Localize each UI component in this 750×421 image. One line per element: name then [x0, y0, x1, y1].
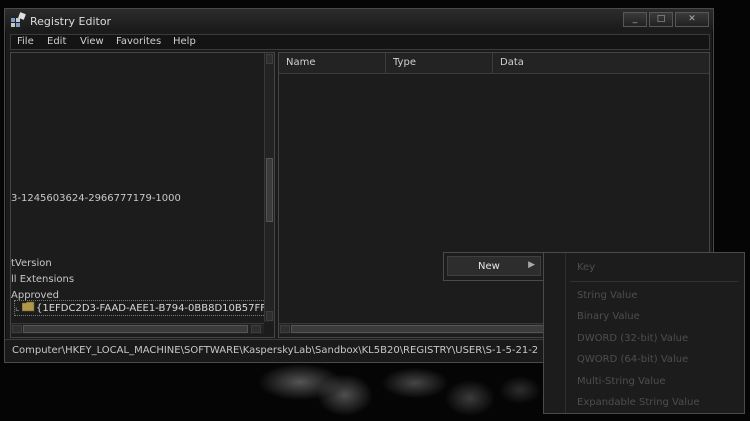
- submenu-separator: [570, 281, 738, 282]
- tree-connector: ⌞: [15, 302, 20, 313]
- minimize-button[interactable]: _: [623, 12, 647, 27]
- scroll-down-arrow[interactable]: [266, 311, 273, 321]
- new-label: New: [478, 261, 500, 272]
- registry-editor-icon: [11, 12, 26, 27]
- scroll-left-arrow[interactable]: [280, 325, 290, 333]
- scroll-up-arrow[interactable]: [266, 54, 273, 64]
- submenu-item-qword-value[interactable]: QWORD (64-bit) Value: [577, 354, 688, 365]
- column-type[interactable]: Type: [386, 53, 493, 73]
- column-data[interactable]: Data: [493, 53, 709, 73]
- tree-item[interactable]: ll Extensions: [11, 274, 74, 285]
- submenu-item-binary-value[interactable]: Binary Value: [577, 311, 640, 322]
- menu-favorites[interactable]: Favorites: [116, 36, 161, 47]
- tree-item-selected[interactable]: {1EFDC2D3-FAAD-AEE1-B794-0BB8D10B57FF}: [36, 303, 272, 314]
- menu-help[interactable]: Help: [173, 36, 196, 47]
- submenu-item-expandable-string-value[interactable]: Expandable String Value: [577, 397, 699, 408]
- submenu-gutter: [565, 253, 566, 413]
- menu-bar: File Edit View Favorites Help: [10, 34, 710, 50]
- menu-file[interactable]: File: [17, 36, 34, 47]
- maximize-button[interactable]: □: [649, 12, 673, 27]
- new-submenu: Key String Value Binary Value DWORD (32-…: [543, 252, 745, 414]
- tree-horizontal-scrollbar[interactable]: [11, 323, 264, 334]
- tree-item[interactable]: tVersion: [11, 258, 52, 269]
- submenu-item-multi-string-value[interactable]: Multi-String Value: [577, 376, 666, 387]
- submenu-item-string-value[interactable]: String Value: [577, 290, 637, 301]
- column-name[interactable]: Name: [279, 53, 386, 73]
- submenu-item-key[interactable]: Key: [577, 262, 595, 273]
- window-title: Registry Editor: [30, 15, 112, 28]
- title-bar[interactable]: Registry Editor _ □ ✕: [5, 9, 713, 31]
- folder-icon: [22, 301, 35, 312]
- close-button[interactable]: ✕: [675, 12, 709, 27]
- scroll-left-arrow[interactable]: [12, 325, 22, 333]
- key-tree-pane[interactable]: 3-1245603624-2966777179-1000 tVersion ll…: [10, 52, 275, 338]
- context-menu: New ▶: [443, 252, 545, 281]
- column-headers: Name Type Data: [279, 53, 709, 74]
- submenu-arrow-icon: ▶: [528, 260, 535, 270]
- scroll-thumb[interactable]: [23, 325, 248, 333]
- scroll-thumb[interactable]: [266, 158, 273, 222]
- submenu-item-dword-value[interactable]: DWORD (32-bit) Value: [577, 333, 688, 344]
- context-menu-new[interactable]: New ▶: [447, 256, 541, 276]
- tree-vertical-scrollbar[interactable]: [264, 53, 274, 322]
- menu-edit[interactable]: Edit: [47, 36, 66, 47]
- menu-view[interactable]: View: [80, 36, 104, 47]
- scroll-right-arrow[interactable]: [251, 325, 261, 333]
- tree-item[interactable]: 3-1245603624-2966777179-1000: [11, 193, 181, 204]
- registry-path: Computer\HKEY_LOCAL_MACHINE\SOFTWARE\Kas…: [12, 345, 539, 356]
